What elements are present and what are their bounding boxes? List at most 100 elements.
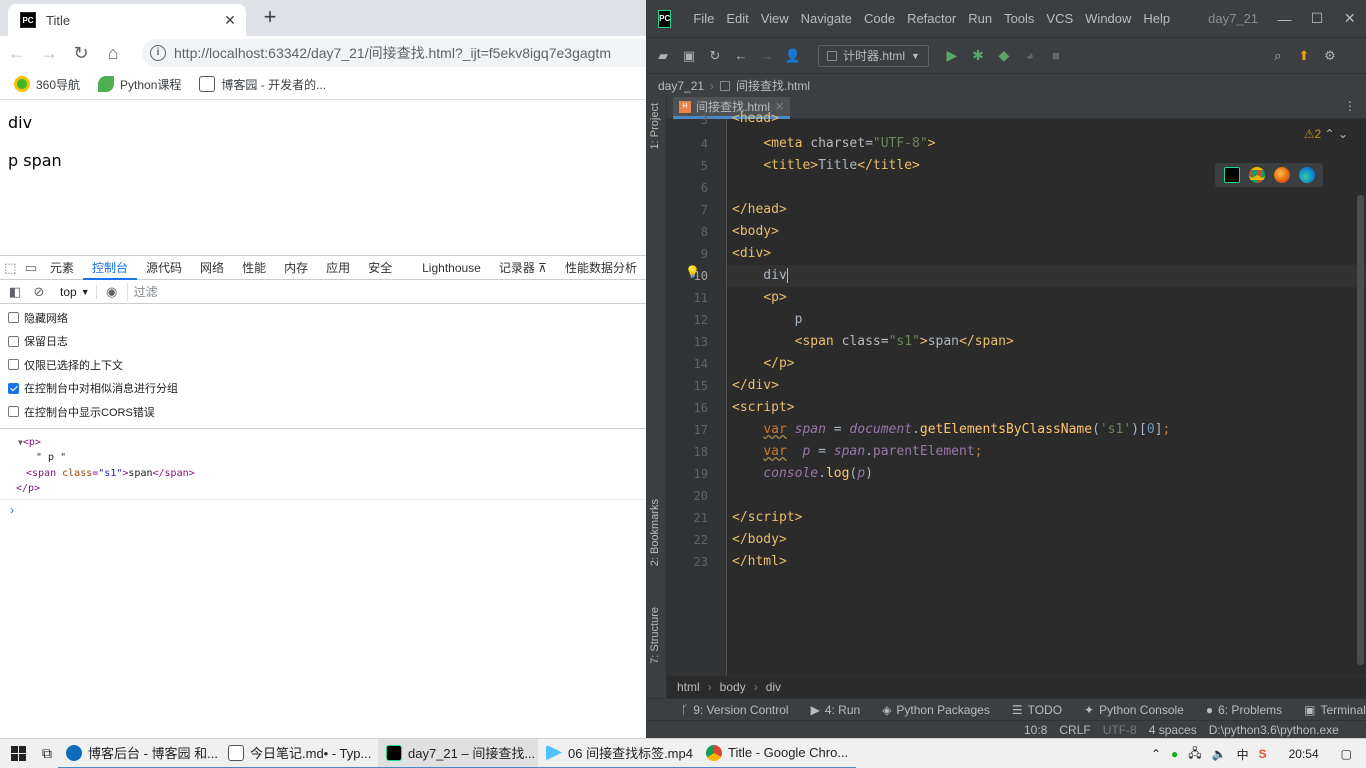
tab-lighthouse[interactable]: Lighthouse — [413, 256, 490, 280]
tab-network[interactable]: 网络 — [191, 256, 233, 280]
tab-performance-insights[interactable]: 性能数据分析 — [556, 256, 646, 280]
bookmark-cnblogs[interactable]: 博客园 - 开发者的... — [199, 76, 326, 93]
notifications-icon[interactable]: ▢ — [1341, 747, 1352, 761]
chevron-up-icon[interactable]: ⌃ — [1151, 747, 1161, 761]
interpreter[interactable]: D:\python3.6\python.exe — [1209, 723, 1339, 737]
maximize-icon[interactable]: ☐ — [1301, 10, 1334, 27]
crumb-body[interactable]: body — [720, 680, 746, 694]
chevron-up-icon[interactable]: ⌃ — [1325, 127, 1338, 141]
site-info-icon[interactable]: i — [150, 45, 166, 61]
setting-preserve-log[interactable]: 保留日志 — [0, 330, 646, 354]
tool-problems[interactable]: ● 6: Problems — [1195, 703, 1293, 717]
console-node-span[interactable]: <span class="s1">span</span> — [26, 466, 646, 482]
indent-setting[interactable]: 4 spaces — [1149, 723, 1197, 737]
sogou-icon[interactable]: S — [1259, 747, 1267, 761]
forward-icon[interactable]: → — [34, 38, 64, 68]
wechat-icon[interactable]: ● — [1171, 747, 1178, 761]
edge-icon[interactable] — [1298, 167, 1315, 183]
code-editor[interactable]: 3 4 5 6 7 8 9 10 11 12 13 14 15 16 17 18… — [667, 111, 1366, 675]
menu-tools[interactable]: Tools — [998, 11, 1040, 26]
console-node-p-open[interactable]: ▼<p> — [18, 435, 646, 451]
sidebar-toggle-icon[interactable]: ◧ — [6, 284, 24, 300]
tool-todo[interactable]: ☰ TODO — [1001, 703, 1073, 717]
network-icon[interactable]: 🖧 — [1188, 744, 1201, 765]
setting-hide-network[interactable]: 隐藏网络 — [0, 306, 646, 330]
line-separator[interactable]: CRLF — [1059, 723, 1090, 737]
clear-console-icon[interactable]: ⊘ — [30, 284, 48, 300]
console-prompt[interactable]: › — [0, 500, 646, 517]
taskbar-pycharm[interactable]: day7_21 – 间接查找... — [378, 738, 538, 768]
menu-help[interactable]: Help — [1137, 11, 1176, 26]
crumb-div[interactable]: div — [766, 680, 781, 694]
file-encoding[interactable]: UTF-8 — [1103, 723, 1137, 737]
device-toolbar-icon[interactable]: ▭ — [21, 256, 42, 280]
coverage-icon[interactable]: ◆ — [993, 45, 1015, 67]
bookmarks-tool-button[interactable]: 2: Bookmarks — [649, 499, 661, 566]
structure-tool-button[interactable]: 7: Structure — [649, 607, 661, 664]
menu-code[interactable]: Code — [858, 11, 901, 26]
tool-version-control[interactable]: ᚴ 9: Version Control — [670, 703, 800, 717]
tool-python-packages[interactable]: ◈ Python Packages — [871, 703, 1001, 717]
forward-icon[interactable]: → — [756, 45, 778, 67]
chrome-icon[interactable] — [1248, 167, 1265, 183]
pycharm-browser-icon[interactable] — [1223, 167, 1240, 183]
update-icon[interactable]: ⬆ — [1293, 45, 1315, 67]
new-tab-icon[interactable]: + — [258, 6, 282, 30]
address-bar[interactable]: i http://localhost:63342/day7_21/间接查找.ht… — [142, 39, 646, 67]
stop-icon[interactable]: ■ — [1045, 45, 1067, 67]
taskbar-video[interactable]: 06 间接查找标签.mp4 — [538, 739, 698, 768]
menu-edit[interactable]: Edit — [720, 11, 754, 26]
tab-sources[interactable]: 源代码 — [137, 256, 191, 280]
checkbox[interactable] — [8, 312, 19, 324]
open-folder-icon[interactable]: ▰ — [652, 45, 674, 67]
tab-elements[interactable]: 元素 — [41, 256, 83, 280]
checkbox[interactable] — [8, 406, 19, 418]
live-expression-eye-icon[interactable]: ◉ — [103, 284, 121, 300]
back-icon[interactable]: ← — [730, 45, 752, 67]
run-icon[interactable]: ▶ — [941, 45, 963, 67]
menu-window[interactable]: Window — [1079, 11, 1137, 26]
setting-selected-context[interactable]: 仅限已选择的上下文 — [0, 353, 646, 377]
search-everywhere-icon[interactable]: ⌕ — [1267, 45, 1289, 67]
context-selector[interactable]: top ▼ — [54, 284, 97, 299]
tab-performance[interactable]: 性能 — [233, 256, 275, 280]
filter-input[interactable]: 过滤 — [126, 282, 158, 301]
tab-memory[interactable]: 内存 — [275, 256, 317, 280]
volume-icon[interactable]: 🔈 — [1212, 747, 1227, 761]
settings-icon[interactable]: ⚙ — [1319, 45, 1341, 67]
firefox-icon[interactable] — [1273, 167, 1290, 183]
profile-icon[interactable]: ◕ — [1019, 45, 1041, 67]
close-tab-icon[interactable]: ✕ — [222, 12, 238, 29]
minimize-icon[interactable]: — — [1268, 11, 1301, 27]
bookmark-python[interactable]: Python课程 — [98, 76, 181, 93]
menu-navigate[interactable]: Navigate — [795, 11, 858, 26]
sync-icon[interactable]: ↻ — [704, 45, 726, 67]
breadcrumb-project[interactable]: day7_21 — [658, 79, 704, 93]
task-view-icon[interactable]: ⧉ — [36, 745, 58, 762]
save-icon[interactable]: ▣ — [678, 45, 700, 67]
close-window-icon[interactable]: ✕ — [1333, 10, 1366, 27]
setting-cors-errors[interactable]: 在控制台中显示CORS错误 — [0, 400, 646, 424]
home-icon[interactable]: ⌂ — [98, 38, 128, 68]
setting-group-similar[interactable]: 在控制台中对相似消息进行分组 — [0, 377, 646, 401]
taskbar-typora[interactable]: 今日笔记.md• - Typ... — [220, 739, 378, 768]
checkbox-checked[interactable] — [8, 382, 19, 394]
chevron-down-icon[interactable]: ⌄ — [1338, 127, 1348, 141]
tool-python-console[interactable]: ✦ Python Console — [1073, 703, 1195, 717]
tab-console[interactable]: 控制台 — [83, 256, 138, 280]
tab-application[interactable]: 应用 — [317, 256, 359, 280]
caret-position[interactable]: 10:8 — [1024, 723, 1047, 737]
browser-tab[interactable]: PC Title ✕ — [8, 4, 246, 36]
tab-recorder[interactable]: 记录器 ⊼ — [490, 256, 556, 280]
tool-terminal[interactable]: ▣ Terminal — [1293, 703, 1366, 717]
menu-vcs[interactable]: VCS — [1040, 11, 1079, 26]
more-options-icon[interactable]: ⋮ — [1344, 99, 1356, 113]
inspection-widget[interactable]: ⚠2 ⌃ ⌄ — [1304, 127, 1348, 141]
run-config-selector[interactable]: 计时器.html ▼ — [818, 44, 929, 67]
checkbox[interactable] — [8, 335, 19, 347]
checkbox[interactable] — [8, 359, 19, 371]
reload-icon[interactable]: ↻ — [66, 38, 96, 68]
inspect-icon[interactable]: ⬚ — [0, 256, 21, 280]
project-tool-button[interactable]: 1: Project — [649, 103, 661, 149]
intention-bulb-icon[interactable]: 💡 — [685, 265, 700, 279]
